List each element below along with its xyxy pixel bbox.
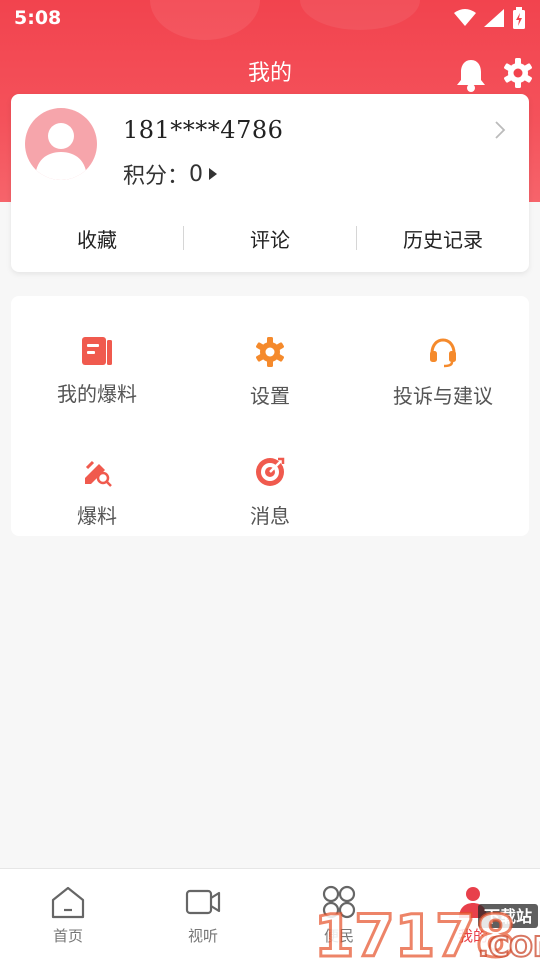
points-value: 0 — [189, 161, 204, 187]
gear-icon — [256, 337, 284, 367]
menu-item-tipoff[interactable]: 爆料 — [11, 456, 183, 529]
menu-label: 投诉与建议 — [393, 384, 493, 408]
points-label: 积分： — [123, 164, 190, 189]
phone-number: 181****4786 — [123, 116, 284, 144]
quick-link-favorites[interactable]: 收藏 — [11, 224, 183, 253]
menu-label: 我的爆料 — [57, 382, 137, 406]
chevron-right-icon[interactable] — [494, 120, 506, 140]
nav-label: 首页 — [52, 927, 83, 945]
signal-icon — [484, 9, 504, 27]
menu-card: 我的爆料 设置 投诉与建议 爆料 消息 — [11, 296, 529, 536]
profile-card[interactable]: 181****4786 积分： 0 收藏 评论 历史记录 — [11, 94, 529, 272]
nav-item-home[interactable]: 首页 — [23, 885, 113, 946]
document-icon — [82, 337, 112, 365]
settings-icon[interactable] — [502, 57, 534, 89]
nav-item-video[interactable]: 视听 — [158, 885, 248, 946]
wifi-icon — [454, 9, 476, 26]
menu-item-my-tipoffs[interactable]: 我的爆料 — [11, 336, 183, 407]
status-bar: 5:08 — [0, 0, 540, 36]
quick-link-history[interactable]: 历史记录 — [357, 224, 529, 253]
home-icon — [51, 886, 85, 919]
caret-right-icon — [209, 168, 218, 180]
target-icon — [256, 457, 285, 486]
video-icon — [185, 889, 221, 915]
quick-links: 收藏 评论 历史记录 — [11, 222, 529, 254]
avatar[interactable] — [25, 108, 97, 180]
battery-icon — [513, 7, 525, 29]
tip-off-icon — [85, 460, 112, 487]
nav-label: 视听 — [187, 927, 218, 945]
menu-label: 消息 — [250, 504, 290, 528]
avatar-silhouette-icon — [35, 123, 87, 180]
points-row[interactable]: 积分： 0 — [123, 158, 218, 190]
menu-item-feedback[interactable]: 投诉与建议 — [357, 336, 529, 409]
bell-icon[interactable] — [456, 58, 486, 92]
menu-item-messages[interactable]: 消息 — [184, 456, 356, 529]
status-time: 5:08 — [14, 7, 62, 29]
headset-icon — [430, 338, 456, 368]
menu-label: 爆料 — [77, 504, 117, 528]
watermark-text-c: .COM — [478, 930, 540, 960]
quick-link-comments[interactable]: 评论 — [184, 224, 356, 253]
menu-item-settings[interactable]: 设置 — [184, 336, 356, 409]
menu-label: 设置 — [250, 384, 290, 408]
watermark-logo: 下载站 17178 .COM — [313, 901, 540, 960]
